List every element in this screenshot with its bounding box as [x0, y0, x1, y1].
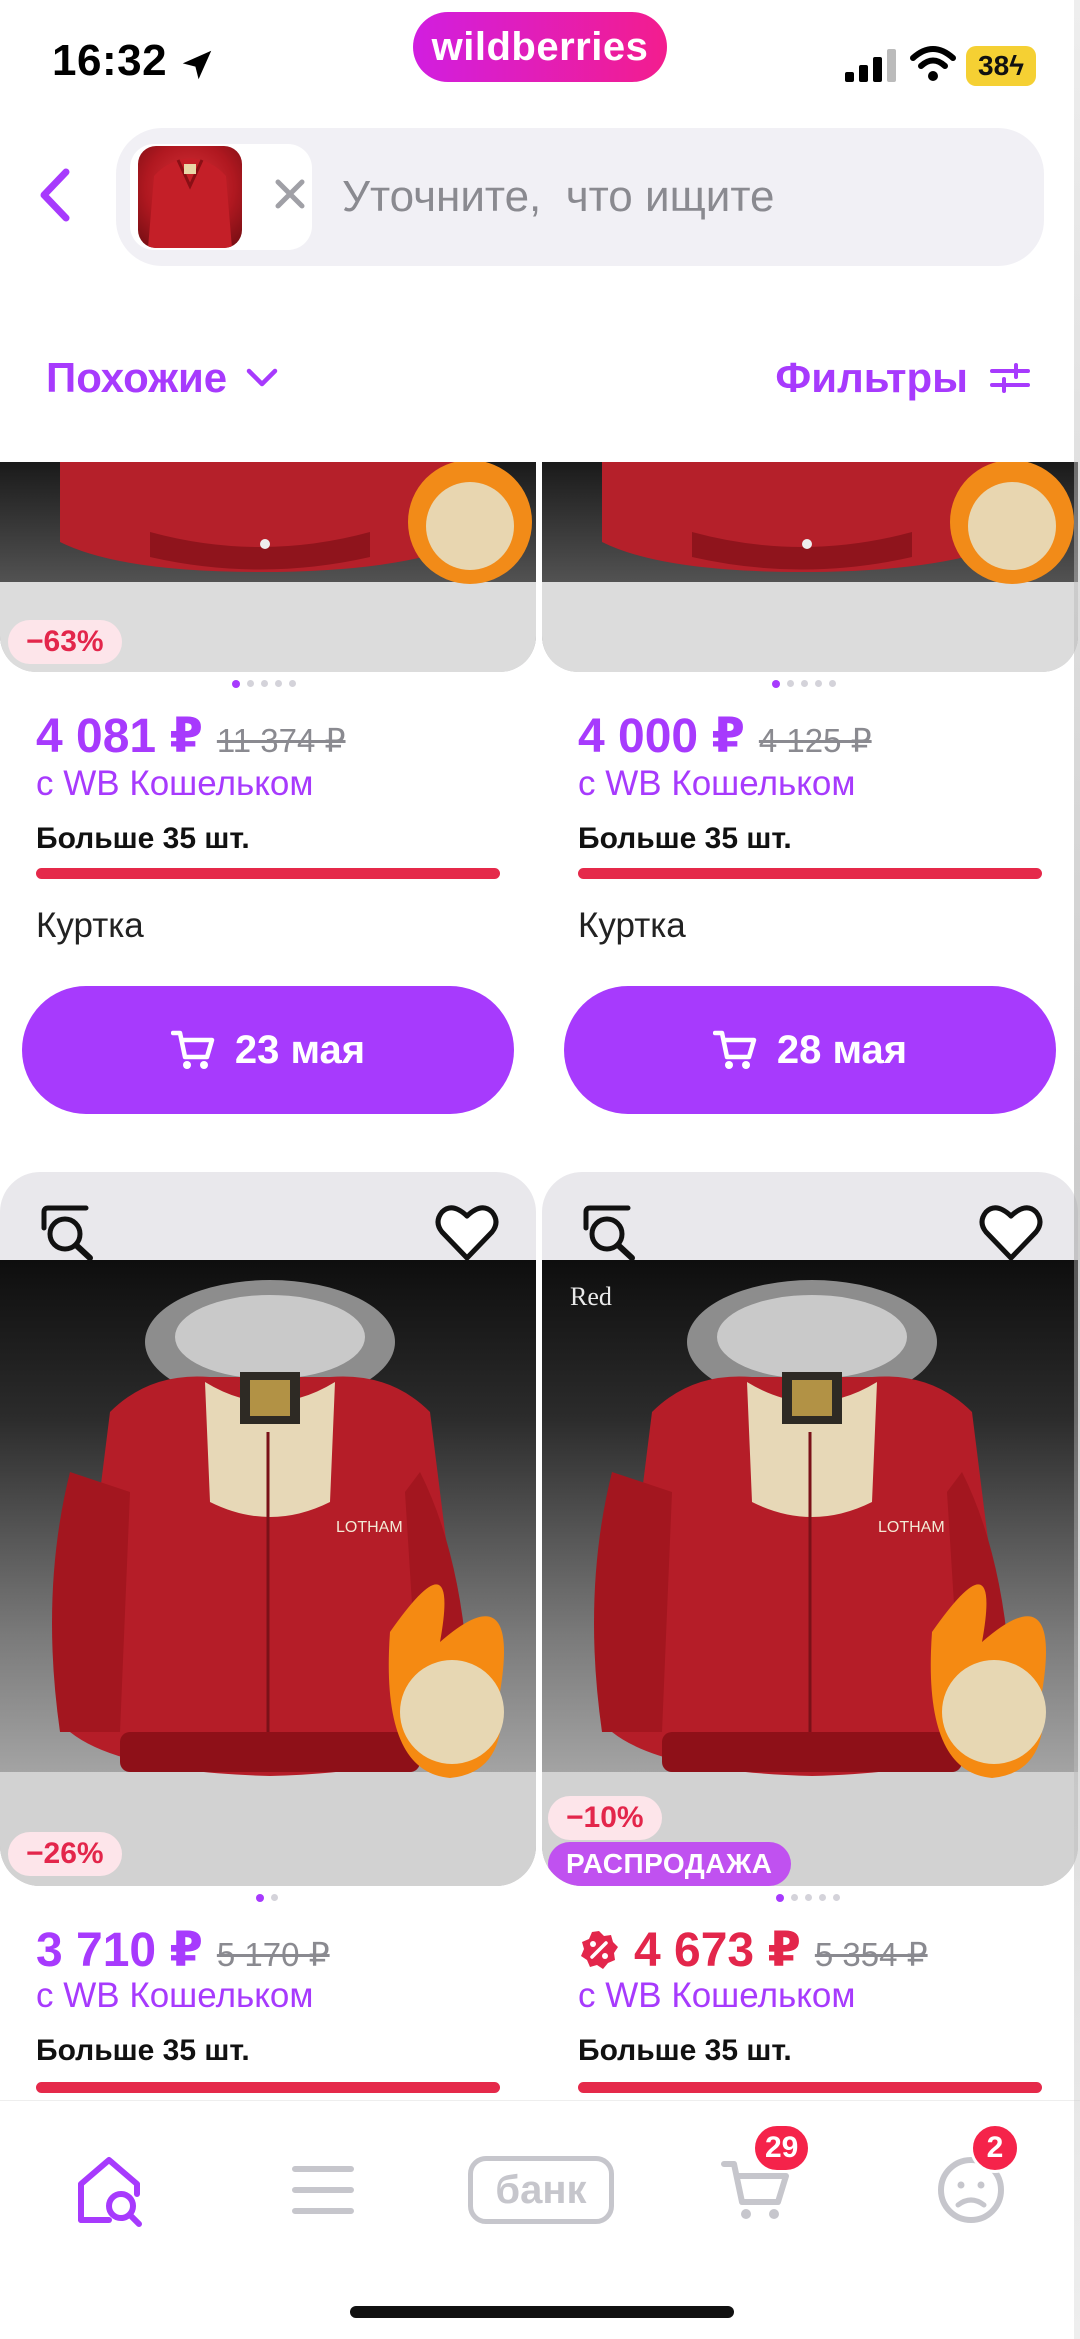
home-indicator[interactable]: [350, 2306, 734, 2318]
home-search-icon: [78, 2157, 142, 2227]
back-chevron-icon[interactable]: [30, 160, 80, 230]
product-card[interactable]: 4 000 ₽ 4 125 ₽ с WB Кошельком Больше 35…: [542, 462, 1078, 1122]
search-input[interactable]: Уточните, что ищите: [116, 128, 1044, 266]
price-row: 3 710 ₽ 5 170 ₽: [36, 1922, 330, 1978]
stock-bar: [578, 2082, 1042, 2093]
image-pagination: [232, 680, 296, 688]
product-image[interactable]: LOTHAM Red −10% РАСПРОДАЖА: [542, 1172, 1078, 1886]
stock-bar: [36, 2082, 500, 2093]
wallet-note: с WB Кошельком: [578, 764, 856, 803]
chevron-down-icon: [246, 368, 278, 387]
heart-icon[interactable]: [432, 1198, 502, 1268]
image-search-icon[interactable]: [574, 1198, 644, 1268]
stock-bar: [36, 868, 500, 879]
price: 3 710 ₽: [36, 1924, 203, 1977]
bank-label: банк: [468, 2156, 614, 2224]
sale-badge: РАСПРОДАЖА: [548, 1842, 791, 1886]
add-to-cart-button[interactable]: 23 мая: [22, 986, 514, 1114]
product-card[interactable]: LOTHAM Red −10% РАСПРОДАЖА 4 673 ₽ 5 354…: [542, 1172, 1078, 2100]
product-title: Куртка: [578, 906, 686, 945]
filters-label: Фильтры: [775, 354, 968, 401]
search-placeholder: Уточните, что ищите: [342, 172, 775, 221]
similar-label: Похожие: [46, 354, 228, 401]
product-image[interactable]: LOTHAM −26%: [0, 1172, 536, 1886]
product-card[interactable]: −63% 4 081 ₽ 11 374 ₽ с WB Кошельком Бол…: [0, 462, 536, 1122]
sliders-icon: [990, 363, 1030, 393]
image-color-label: Red: [570, 1282, 612, 1311]
heart-icon[interactable]: [976, 1198, 1046, 1268]
cart-badge: 29: [752, 2123, 812, 2173]
delivery-date: 28 мая: [776, 1027, 908, 1072]
wallet-note: с WB Кошельком: [36, 1976, 314, 2015]
nav-profile[interactable]: 2: [916, 2123, 1026, 2245]
filters-button[interactable]: Фильтры: [775, 354, 1030, 402]
discount-badge: −10%: [548, 1796, 662, 1840]
nav-bank[interactable]: банк: [448, 2135, 634, 2245]
status-time: 16:32: [52, 36, 168, 85]
search-photo-thumbnail: [138, 146, 242, 248]
cart-icon: [712, 1030, 757, 1069]
close-icon[interactable]: [270, 174, 310, 214]
discount-percent-icon: [581, 1931, 618, 1969]
wallet-note: с WB Кошельком: [36, 764, 314, 803]
stock-text: Больше 35 шт.: [578, 2034, 792, 2067]
screen-edge: [1074, 0, 1080, 2339]
location-arrow-icon: [182, 50, 212, 80]
discount-badge: −63%: [8, 620, 122, 664]
old-price: 11 374 ₽: [216, 722, 346, 759]
cart-icon: [170, 1030, 215, 1069]
price: 4 000 ₽: [578, 710, 745, 763]
product-image[interactable]: [542, 462, 1078, 672]
menu-icon: [292, 2166, 354, 2214]
nav-catalog[interactable]: [268, 2135, 378, 2245]
profile-badge: 2: [970, 2123, 1020, 2173]
old-price: 5 170 ₽: [216, 1936, 330, 1973]
nav-home-search[interactable]: [54, 2135, 164, 2245]
stock-text: Больше 35 шт.: [36, 2034, 250, 2067]
price: 4 673 ₽: [634, 1924, 801, 1977]
battery-level: 38: [978, 50, 1010, 81]
signal-icon: [845, 49, 896, 82]
brand-logo: wildberries: [413, 12, 667, 82]
add-to-cart-button[interactable]: 28 мая: [564, 986, 1056, 1114]
status-bar: 16:32 wildberries 38 ϟ: [0, 0, 1080, 120]
product-card[interactable]: LOTHAM −26% 3 710 ₽ 5 170 ₽ с WB Кошельк…: [0, 1172, 536, 2100]
price-row: 4 081 ₽ 11 374 ₽: [36, 708, 346, 764]
old-price: 5 354 ₽: [814, 1936, 928, 1973]
svg-text:LOTHAM: LOTHAM: [336, 1519, 403, 1536]
product-title: Куртка: [36, 906, 144, 945]
similar-dropdown[interactable]: Похожие: [46, 354, 279, 402]
price: 4 081 ₽: [36, 710, 203, 763]
image-search-icon[interactable]: [32, 1198, 102, 1268]
price-row: 4 000 ₽ 4 125 ₽: [578, 708, 872, 764]
nav-cart[interactable]: 29: [700, 2123, 812, 2245]
stock-bar: [578, 868, 1042, 879]
discount-badge: −26%: [8, 1832, 122, 1876]
product-image[interactable]: −63%: [0, 462, 536, 672]
stock-text: Больше 35 шт.: [578, 822, 792, 855]
photo-search-chip[interactable]: [130, 144, 312, 250]
charging-icon: ϟ: [1009, 50, 1024, 81]
wifi-icon: [910, 46, 956, 81]
image-pagination: [776, 1894, 840, 1902]
wallet-note: с WB Кошельком: [578, 1976, 856, 2015]
bottom-navigation: банк 29 2: [0, 2100, 1080, 2339]
image-pagination: [772, 680, 836, 688]
delivery-date: 23 мая: [234, 1027, 366, 1072]
image-pagination: [256, 1894, 278, 1902]
battery-indicator: 38 ϟ: [966, 46, 1036, 86]
stock-text: Больше 35 шт.: [36, 822, 250, 855]
svg-text:LOTHAM: LOTHAM: [878, 1519, 945, 1536]
old-price: 4 125 ₽: [758, 722, 872, 759]
price-row: 4 673 ₽ 5 354 ₽: [578, 1922, 928, 1978]
